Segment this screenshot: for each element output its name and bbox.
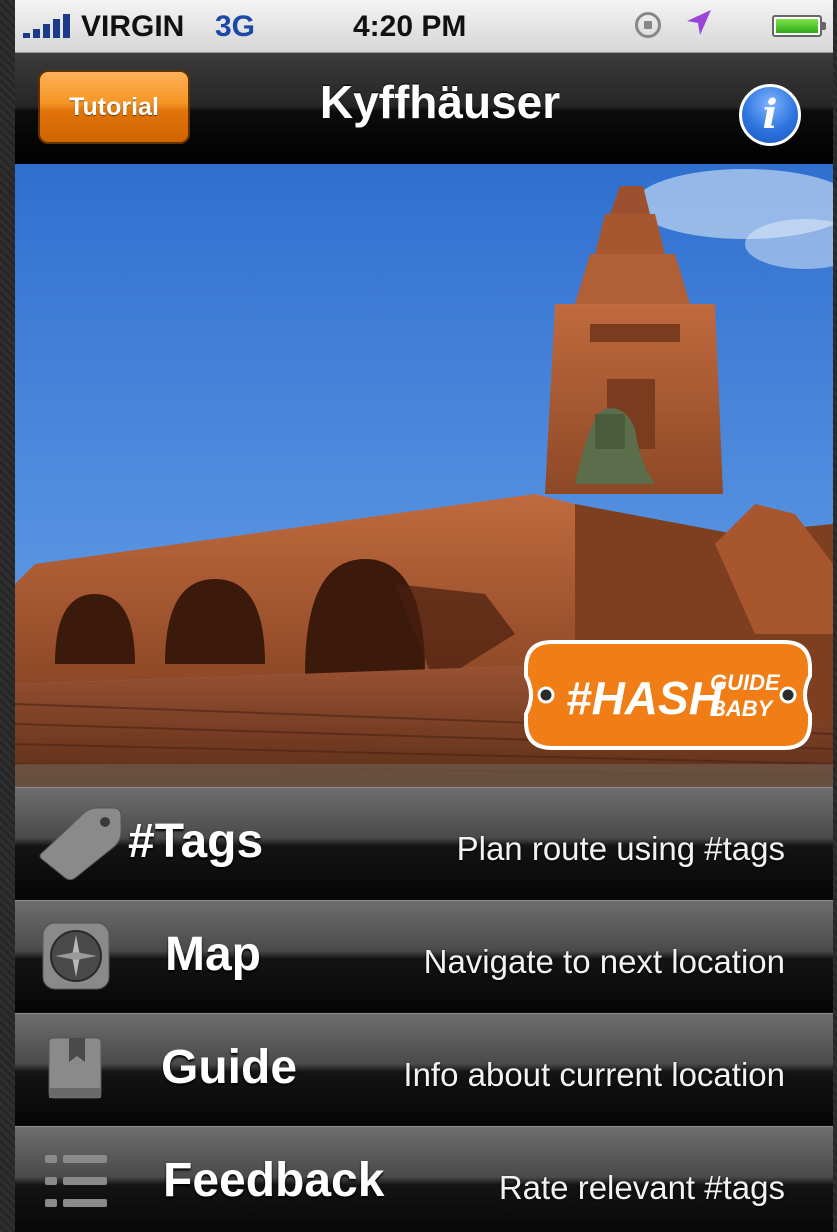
- navigation-bar: Tutorial Kyffhäuser i: [15, 53, 833, 164]
- location-arrow-icon: [687, 10, 711, 35]
- phone-screen: VIRGIN 3G 4:20 PM Tutorial Kyffhäuser i: [15, 0, 833, 1232]
- signal-icon: [23, 14, 79, 38]
- list-icon: [45, 1155, 107, 1207]
- monument-photo: #HASH GUIDE BABY: [15, 164, 833, 787]
- badge-baby-text: BABY: [710, 696, 775, 721]
- feedback-description: Rate relevant #tags: [498, 1169, 785, 1206]
- network-type: 3G: [215, 10, 256, 43]
- page-title: Kyffhäuser: [319, 76, 561, 128]
- feedback-label: Feedback: [163, 1154, 385, 1207]
- clock: 4:20 PM: [353, 10, 467, 43]
- info-icon[interactable]: i: [739, 84, 801, 146]
- hash-guide-baby-logo: #HASH GUIDE BABY: [524, 640, 812, 750]
- book-icon: [48, 1037, 102, 1099]
- battery-icon: [772, 15, 826, 37]
- carrier-name: VIRGIN: [81, 10, 185, 43]
- compass-icon: [42, 922, 110, 990]
- tags-label: #Tags: [128, 815, 264, 868]
- guide-label: Guide: [161, 1041, 298, 1094]
- rotation-lock-icon: [635, 12, 661, 38]
- tutorial-button[interactable]: Tutorial: [38, 70, 190, 144]
- menu-item-feedback[interactable]: Feedback Rate relevant #tags: [15, 1126, 833, 1232]
- map-label: Map: [165, 928, 261, 981]
- tag-icon: [39, 807, 122, 880]
- status-bar: VIRGIN 3G 4:20 PM: [15, 0, 833, 53]
- menu-item-guide[interactable]: Guide Info about current location: [15, 1013, 833, 1125]
- guide-description: Info about current location: [403, 1056, 785, 1093]
- tags-description: Plan route using #tags: [456, 830, 785, 867]
- badge-hash-text: #HASH: [566, 672, 723, 724]
- map-description: Navigate to next location: [423, 943, 785, 980]
- badge-guide-text: GUIDE: [710, 670, 781, 695]
- menu-item-map[interactable]: Map Navigate to next location: [15, 900, 833, 1012]
- menu-item-tags[interactable]: #Tags Plan route using #tags: [15, 787, 833, 899]
